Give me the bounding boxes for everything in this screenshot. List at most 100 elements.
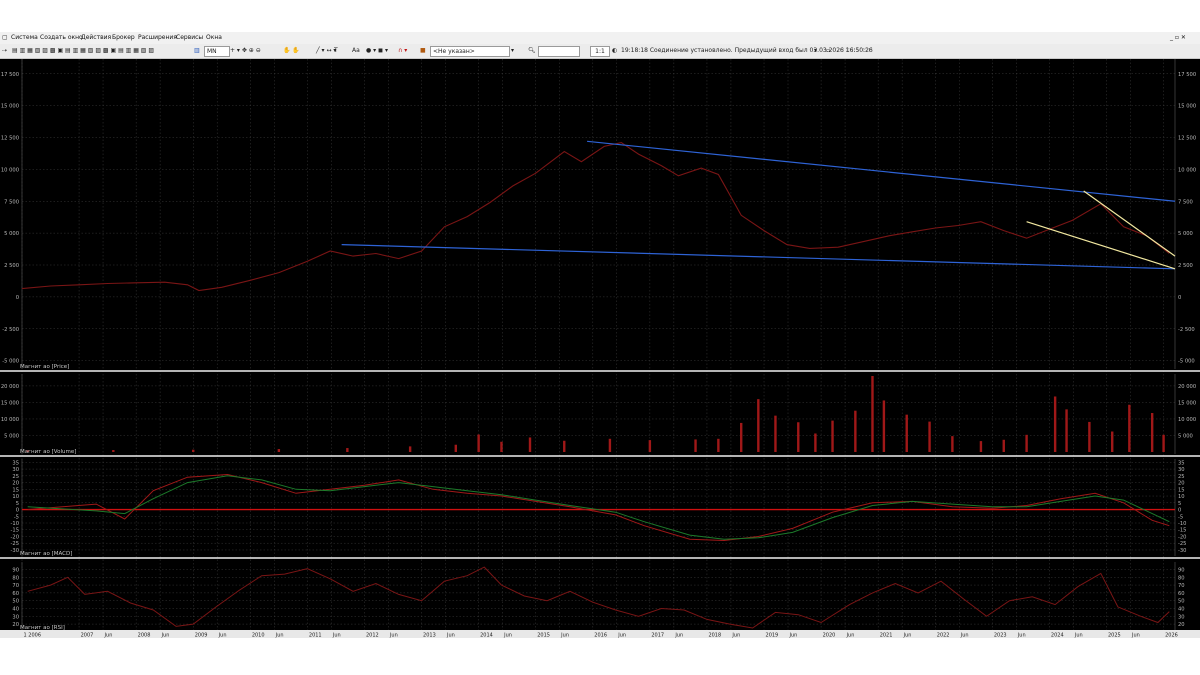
y-tick-label-left: -10 (11, 521, 19, 527)
time-axis-label: 2016 (594, 633, 607, 639)
menu-item-system[interactable]: Система (11, 34, 38, 41)
instrument-icon[interactable]: ■ (420, 46, 426, 55)
status-dropdown-icon[interactable]: ▾ (814, 46, 817, 55)
y-tick-label-left: -5 (14, 514, 19, 520)
window-tile-icons[interactable]: ▤ ▥ ▦ ▧ ▨ ▩ ▣ ▤ ▥ ▦ ▧ ▨ ▩ ▣ ▤ ▥ ▦ ▧ ▨ (12, 46, 154, 55)
y-tick-label-right: -5 (1178, 514, 1183, 520)
volume-bar (797, 422, 800, 452)
time-axis-label: 2020 (823, 633, 836, 639)
y-tick-label-left: 50 (12, 599, 19, 605)
time-axis-label: 2010 (252, 633, 265, 639)
y-tick-label-left: 7 500 (4, 199, 19, 205)
rsi-pane[interactable]: 90 9080 8070 7060 6050 5040 4030 3020 20 (12, 566, 1185, 629)
y-tick-label-right: 90 (1178, 567, 1185, 573)
time-axis-label: Jun (1131, 633, 1140, 639)
y-tick-label-right: 2 500 (1178, 263, 1193, 269)
time-axis-label: 2017 (651, 633, 664, 639)
ratio-button[interactable]: 1:1 (590, 46, 610, 57)
time-axis-label: 1 2006 (24, 633, 42, 639)
search-input[interactable] (538, 46, 580, 57)
volume-bar (928, 421, 931, 452)
y-tick-label-right: 20 (1178, 622, 1185, 628)
menu-item-new-window[interactable]: Создать окно (40, 34, 83, 41)
toolbar-overflow-icon[interactable]: ∷ ∷ ∷ ∷ ∷ ∷ (840, 46, 872, 55)
volume-bar (831, 420, 834, 452)
timeframe-select[interactable]: MN (204, 46, 230, 57)
time-axis-label: 2009 (195, 633, 208, 639)
bar-chart-icon[interactable]: ▥ (194, 46, 200, 55)
y-tick-label-right: 7 500 (1178, 199, 1193, 205)
hand-tool-icon[interactable]: ✋ ✋ (283, 46, 300, 55)
time-axis-label: 2021 (880, 633, 893, 639)
price-pane[interactable]: 17 500 17 500 15 000 15 000 12 500 12 500 10 0… (1, 72, 1196, 365)
y-tick-label-right: -2 500 (1178, 327, 1195, 333)
crosshair-icon[interactable]: + ▾ ✥ ⊕ ⊖ (230, 46, 261, 55)
text-tool-button[interactable]: T (334, 46, 338, 55)
menu-item-services[interactable]: Сервисы (176, 34, 203, 41)
y-tick-label-left: 20 (12, 622, 19, 628)
menu-item-windows[interactable]: Окна (206, 34, 222, 41)
volume-bar (1065, 409, 1068, 452)
y-tick-label-left: 5 000 (4, 433, 19, 439)
y-tick-label-left: 10 000 (1, 417, 19, 423)
y-tick-label-right: 10 000 (1178, 167, 1196, 173)
y-tick-label-right: -10 (1178, 521, 1186, 527)
volume-bar (112, 450, 115, 452)
volume-bar (1162, 434, 1165, 452)
y-tick-label-left: 5 000 (4, 231, 19, 237)
y-tick-label-left: 20 000 (1, 384, 19, 390)
time-axis-label: Jun (846, 633, 855, 639)
search-icon[interactable]: 🔍︎ (528, 46, 536, 55)
magnet-icon[interactable]: ∩ ▾ (398, 46, 407, 55)
volume-bar (882, 400, 886, 452)
y-tick-label-right: 50 (1178, 599, 1185, 605)
y-tick-label-right: 10 (1178, 494, 1185, 500)
volume-pane[interactable]: 20 000 20 000 15 000 15 000 10 000 10 000 5 00… (1, 376, 1196, 452)
time-axis-label: 2018 (708, 633, 721, 639)
menu-item-actions[interactable]: Действия (81, 34, 111, 41)
y-tick-label-right: 70 (1178, 583, 1185, 589)
time-axis-label: 2013 (423, 633, 436, 639)
y-tick-label-right: 12 500 (1178, 136, 1196, 142)
time-axis-label: 2019 (766, 633, 779, 639)
y-tick-label-left: 15 (12, 487, 19, 493)
y-tick-label-right: 30 (1178, 467, 1185, 473)
app-menu-icon[interactable]: ▢ (2, 34, 8, 41)
volume-bar (871, 376, 874, 452)
arrow-right-icon[interactable]: ⇢ (2, 46, 7, 55)
y-tick-label-right: 15 000 (1178, 400, 1196, 406)
y-tick-label-right: -30 (1178, 548, 1186, 554)
chart-area[interactable]: 17 500 17 500 15 000 15 000 12 500 12 500 10 0… (0, 59, 1200, 639)
volume-bar (1111, 431, 1114, 452)
instrument-select[interactable]: <Не указан> (430, 46, 510, 57)
volume-bar (192, 449, 195, 452)
menu-item-broker[interactable]: Брокер (112, 34, 135, 41)
y-tick-label-right: -25 (1178, 541, 1186, 547)
window-controls-icon[interactable]: _ ▫ ✕ (1170, 34, 1186, 41)
time-axis-label: Jun (161, 633, 170, 639)
dropdown-arrow-icon[interactable]: ▾ (511, 46, 514, 55)
font-tool-button[interactable]: Aa (352, 46, 360, 55)
volume-bar (694, 439, 697, 452)
y-tick-label-left: 0 (16, 508, 19, 514)
chart-canvas[interactable]: 17 500 17 50015 000 15 00012 500 12 50010 0… (0, 59, 1200, 639)
status-expand-icon[interactable]: ▫ (826, 46, 830, 55)
volume-bar (277, 449, 281, 452)
y-tick-label-right: -20 (1178, 534, 1186, 540)
y-tick-label-left: 80 (12, 575, 19, 581)
y-tick-label-right: 35 (1178, 460, 1185, 466)
menu-item-extensions[interactable]: Расширения (138, 34, 177, 41)
y-tick-label-right: 15 (1178, 487, 1185, 493)
macd-pane[interactable]: 35 3530 3025 2520 2015 1510 105 50 0-5 -5-10 -10-1… (11, 460, 1187, 554)
y-tick-label-left: 40 (12, 606, 19, 612)
volume-bar (477, 434, 480, 452)
time-axis-label: Jun (332, 633, 341, 639)
connection-status-text: 19:18:18 Соединение установлено. Предыду… (621, 47, 873, 54)
y-tick-label-left: 10 (12, 494, 19, 500)
volume-bar (1053, 396, 1057, 452)
time-axis-label: Jun (1074, 633, 1083, 639)
y-tick-label-left: -15 (11, 528, 19, 534)
y-tick-label-left: -5 000 (2, 359, 19, 365)
y-tick-label-left: 20 (12, 481, 19, 487)
color-tool-icon[interactable]: ● ▾ ◼ ▾ (366, 46, 388, 55)
